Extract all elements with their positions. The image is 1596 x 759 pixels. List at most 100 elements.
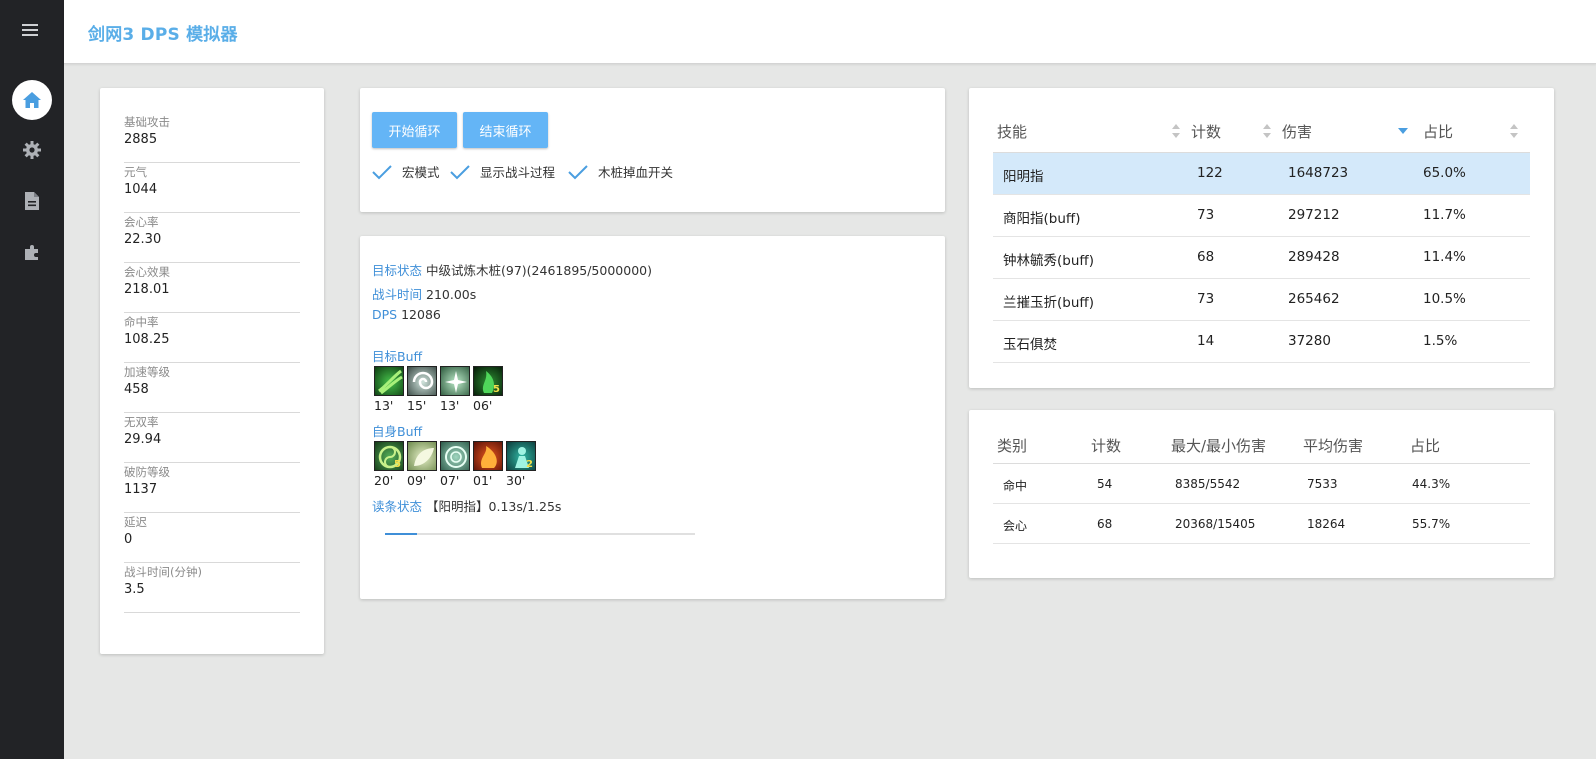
- buff-item[interactable]: 15': [407, 366, 440, 413]
- sort-icon[interactable]: [1262, 123, 1272, 139]
- column-header-ratio[interactable]: 占比: [1423, 121, 1453, 142]
- attribute-label: 无双率: [124, 415, 159, 429]
- cell-count: 68: [1097, 517, 1113, 531]
- nav-document[interactable]: [12, 181, 52, 221]
- table-row[interactable]: 兰摧玉折(buff) 73 265462 10.5%: [993, 279, 1530, 321]
- buff-item[interactable]: 5 20': [374, 441, 407, 488]
- attribute-label: 加速等级: [124, 365, 170, 379]
- buff-duration: 09': [407, 473, 427, 488]
- table-header: 类别 计数 最大/最小伤害 平均伤害 占比: [993, 432, 1530, 464]
- attribute-label: 破防等级: [124, 465, 170, 479]
- column-header-count[interactable]: 计数: [1191, 121, 1221, 142]
- table-row[interactable]: 阳明指 122 1648723 65.0%: [993, 153, 1530, 195]
- cell-count: 73: [1197, 207, 1215, 223]
- pale-leaf-icon: [407, 441, 437, 471]
- dps-label: DPS: [372, 307, 398, 322]
- attribute-panel: 基础攻击 2885 元气 1044 会心率 22.30 会心效果 218.01 命中率 108.2…: [100, 88, 324, 654]
- buff-item[interactable]: 2 30': [506, 441, 539, 488]
- target-status-value: 中级试炼木桩(97)(2461895/5000000): [426, 263, 652, 278]
- table-row[interactable]: 商阳指(buff) 73 297212 11.7%: [993, 195, 1530, 237]
- attribute-label: 基础攻击: [124, 115, 170, 129]
- attribute-row: 战斗时间(分钟) 3.5: [124, 562, 300, 613]
- sort-icon[interactable]: [1509, 123, 1519, 139]
- target-status-label: 目标状态: [372, 263, 423, 278]
- checkbox-macro-mode[interactable]: 宏模式: [372, 162, 440, 181]
- fire-icon: [473, 441, 503, 471]
- target-buff-list: 13' 15' 13' 5 06': [374, 366, 506, 413]
- top-app-bar: 剑网3 DPS 模拟器: [64, 0, 1596, 64]
- nav-plugins[interactable]: [12, 232, 52, 272]
- buff-item[interactable]: 01': [473, 441, 506, 488]
- yin-yang-icon: 5: [374, 441, 404, 471]
- buff-stack: 2: [526, 459, 533, 470]
- stop-loop-button[interactable]: 结束循环: [463, 112, 548, 148]
- checkbox-dummy-bleed[interactable]: 木桩掉血开关: [568, 162, 673, 181]
- cell-ratio: 55.7%: [1412, 517, 1451, 531]
- attribute-value: 29.94: [124, 432, 162, 447]
- cell-count: 54: [1097, 477, 1113, 491]
- cell-damage: 297212: [1288, 207, 1340, 223]
- sort-descending-icon[interactable]: [1398, 127, 1408, 135]
- nav-home[interactable]: [12, 80, 52, 120]
- cast-status-value: 【阳明指】0.13s/1.25s: [426, 499, 562, 514]
- combat-status-panel: 目标状态 中级试炼木桩(97)(2461895/5000000) 战斗时间 210.…: [360, 236, 945, 599]
- buff-duration: 15': [407, 398, 427, 413]
- attribute-value: 218.01: [124, 282, 170, 297]
- buff-item[interactable]: 13': [374, 366, 407, 413]
- buff-stack: 5: [394, 459, 401, 470]
- attribute-value: 1044: [124, 182, 158, 197]
- home-icon: [23, 92, 41, 108]
- cell-count: 14: [1197, 333, 1215, 349]
- combat-time-value: 210.00s: [426, 287, 477, 302]
- table-row: 会心 68 20368/15405 18264 55.7%: [993, 504, 1530, 544]
- attribute-label: 元气: [124, 165, 147, 179]
- cell-type: 命中: [1003, 479, 1028, 493]
- sort-icon[interactable]: [1171, 123, 1181, 139]
- checkbox-label: 显示战斗过程: [480, 165, 556, 180]
- combat-time-label: 战斗时间: [372, 287, 423, 302]
- cell-count: 68: [1197, 249, 1215, 265]
- cell-avg: 18264: [1307, 517, 1346, 531]
- document-icon: [25, 192, 39, 210]
- attribute-row: 延迟 0: [124, 512, 300, 563]
- buff-item[interactable]: 07': [440, 441, 473, 488]
- cast-status-label: 读条状态: [372, 499, 423, 514]
- attribute-row: 元气 1044: [124, 162, 300, 213]
- start-loop-button[interactable]: 开始循环: [372, 112, 457, 148]
- column-header-damage[interactable]: 伤害: [1282, 121, 1312, 142]
- buff-item[interactable]: 13': [440, 366, 473, 413]
- check-icon: [372, 164, 392, 179]
- attribute-value: 3.5: [124, 582, 145, 597]
- checkbox-show-combat[interactable]: 显示战斗过程: [450, 162, 555, 181]
- attribute-value: 2885: [124, 132, 158, 147]
- attribute-label: 延迟: [124, 515, 147, 529]
- menu-icon[interactable]: [22, 24, 38, 38]
- cell-count: 73: [1197, 291, 1215, 307]
- cell-damage: 265462: [1288, 291, 1340, 307]
- attribute-label: 会心效果: [124, 265, 170, 279]
- buff-item[interactable]: 09': [407, 441, 440, 488]
- teal-figure-icon: 2: [506, 441, 536, 471]
- attribute-row: 基础攻击 2885: [124, 112, 300, 163]
- attribute-label: 会心率: [124, 215, 159, 229]
- column-header-skill[interactable]: 技能: [997, 121, 1027, 142]
- buff-duration: 30': [506, 473, 526, 488]
- attribute-row: 命中率 108.25: [124, 312, 300, 363]
- check-icon: [450, 164, 470, 179]
- table-row[interactable]: 玉石俱焚 14 37280 1.5%: [993, 321, 1530, 363]
- ring-icon: [440, 441, 470, 471]
- dps-value: 12086: [401, 307, 441, 322]
- control-panel: 开始循环 结束循环 宏模式 显示战斗过程 木桩掉血开关: [360, 88, 945, 212]
- buff-item[interactable]: 5 06': [473, 366, 506, 413]
- table-row[interactable]: 钟林毓秀(buff) 68 289428 11.4%: [993, 237, 1530, 279]
- nav-settings[interactable]: [12, 130, 52, 170]
- checkbox-label: 木桩掉血开关: [598, 165, 674, 180]
- green-flame-icon: 5: [473, 366, 503, 396]
- column-header-ratio: 占比: [1410, 437, 1441, 455]
- gear-icon: [23, 141, 41, 159]
- table-row: 命中 54 8385/5542 7533 44.3%: [993, 464, 1530, 504]
- cell-maxmin: 8385/5542: [1175, 477, 1241, 491]
- combat-time-row: 战斗时间 210.00s: [372, 284, 476, 303]
- column-header-average: 平均伤害: [1303, 437, 1364, 455]
- attribute-value: 22.30: [124, 232, 162, 247]
